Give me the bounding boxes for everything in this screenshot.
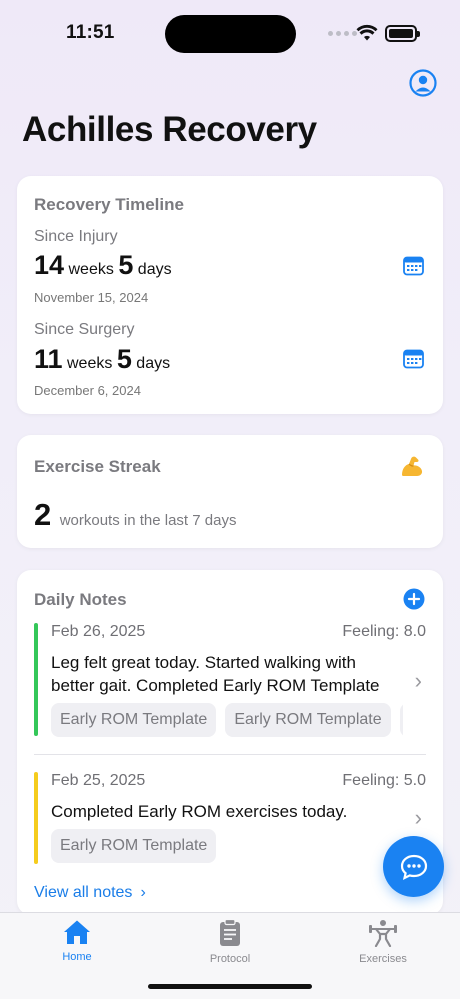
note-color-bar — [34, 772, 38, 864]
days-unit: days — [136, 355, 171, 372]
weeks-unit: weeks — [68, 261, 114, 278]
signal-icon — [328, 31, 357, 36]
card-title: Recovery Timeline — [34, 195, 184, 214]
calendar-icon[interactable] — [403, 348, 424, 369]
tag-chip[interactable]: Early ROM Template — [51, 703, 217, 737]
note-text: Completed Early ROM exercises today. — [51, 802, 348, 821]
days-unit: days — [137, 261, 172, 278]
tag-chip[interactable]: Early ROM Template — [225, 703, 391, 737]
profile-icon[interactable] — [409, 69, 437, 97]
note-feeling: Feeling: 8.0 — [342, 623, 426, 640]
recovery-timeline-card: Recovery Timeline Since Injury 14 weeks … — [17, 176, 443, 414]
add-note-button[interactable] — [403, 588, 425, 610]
chevron-right-icon: › — [414, 805, 422, 830]
house-icon — [64, 920, 90, 944]
status-bar: 11:51 — [0, 0, 460, 70]
page-title: Achilles Recovery — [22, 110, 317, 149]
streak-count: 2 — [34, 497, 52, 532]
injury-duration: 14 weeks 5 days — [34, 250, 172, 281]
surgery-date: December 6, 2024 — [34, 383, 141, 398]
note-item[interactable]: Feb 26, 2025 Feeling: 8.0 Leg felt great… — [34, 623, 426, 738]
chat-bubble-icon — [400, 854, 427, 880]
injury-date: November 15, 2024 — [34, 290, 149, 305]
note-feeling: Feeling: 5.0 — [342, 772, 426, 789]
streak-summary: 2 workouts in the last 7 days — [34, 497, 236, 533]
exercise-streak-card: Exercise Streak 2 workouts in the last 7… — [17, 435, 443, 548]
tab-protocol[interactable]: Protocol — [185, 918, 275, 965]
view-all-label: View all notes — [34, 884, 133, 901]
tab-exercises[interactable]: Exercises — [338, 919, 428, 965]
dynamic-island — [165, 15, 296, 53]
since-surgery-label: Since Surgery — [34, 321, 135, 338]
note-date: Feb 26, 2025 — [51, 623, 146, 640]
wifi-icon — [356, 24, 378, 41]
note-tags: Early ROM Template — [51, 829, 403, 863]
home-indicator[interactable] — [148, 984, 312, 989]
chevron-right-icon: › — [140, 884, 146, 901]
surgery-weeks: 11 — [34, 344, 63, 374]
tag-chip[interactable]: E — [399, 703, 403, 737]
note-color-bar — [34, 623, 38, 736]
injury-days: 5 — [118, 250, 134, 280]
card-title: Daily Notes — [34, 590, 127, 609]
note-item[interactable]: Feb 25, 2025 Feeling: 5.0 Completed Earl… — [34, 772, 426, 864]
note-tags: Early ROM Template Early ROM Template E — [51, 703, 403, 737]
surgery-duration: 11 weeks 5 days — [34, 344, 170, 375]
injury-weeks: 14 — [34, 250, 65, 280]
weightlifter-icon — [369, 920, 397, 948]
tab-label: Exercises — [359, 953, 407, 965]
chat-assistant-button[interactable] — [383, 836, 444, 897]
card-title: Exercise Streak — [34, 457, 161, 476]
weeks-unit: weeks — [67, 355, 113, 372]
note-text: Leg felt great today. Started walking wi… — [51, 653, 380, 695]
since-injury-label: Since Injury — [34, 228, 118, 245]
flexed-biceps-icon — [402, 456, 423, 476]
tab-label: Protocol — [209, 953, 251, 965]
tag-chip[interactable]: Early ROM Template — [51, 829, 217, 863]
daily-notes-card: Daily Notes Feb 26, 2025 Feeling: 8.0 Le… — [17, 570, 443, 915]
view-all-notes-link[interactable]: View all notes › — [34, 884, 146, 902]
streak-text: workouts in the last 7 days — [59, 512, 237, 529]
chevron-right-icon: › — [414, 668, 422, 693]
note-date: Feb 25, 2025 — [51, 772, 146, 789]
clipboard-icon — [220, 918, 240, 946]
divider — [34, 754, 426, 755]
battery-icon — [385, 25, 420, 42]
surgery-days: 5 — [116, 344, 132, 374]
calendar-icon[interactable] — [403, 255, 424, 276]
tab-label: Home — [62, 951, 92, 963]
status-time: 11:51 — [66, 22, 115, 43]
tab-home[interactable]: Home — [32, 919, 122, 963]
